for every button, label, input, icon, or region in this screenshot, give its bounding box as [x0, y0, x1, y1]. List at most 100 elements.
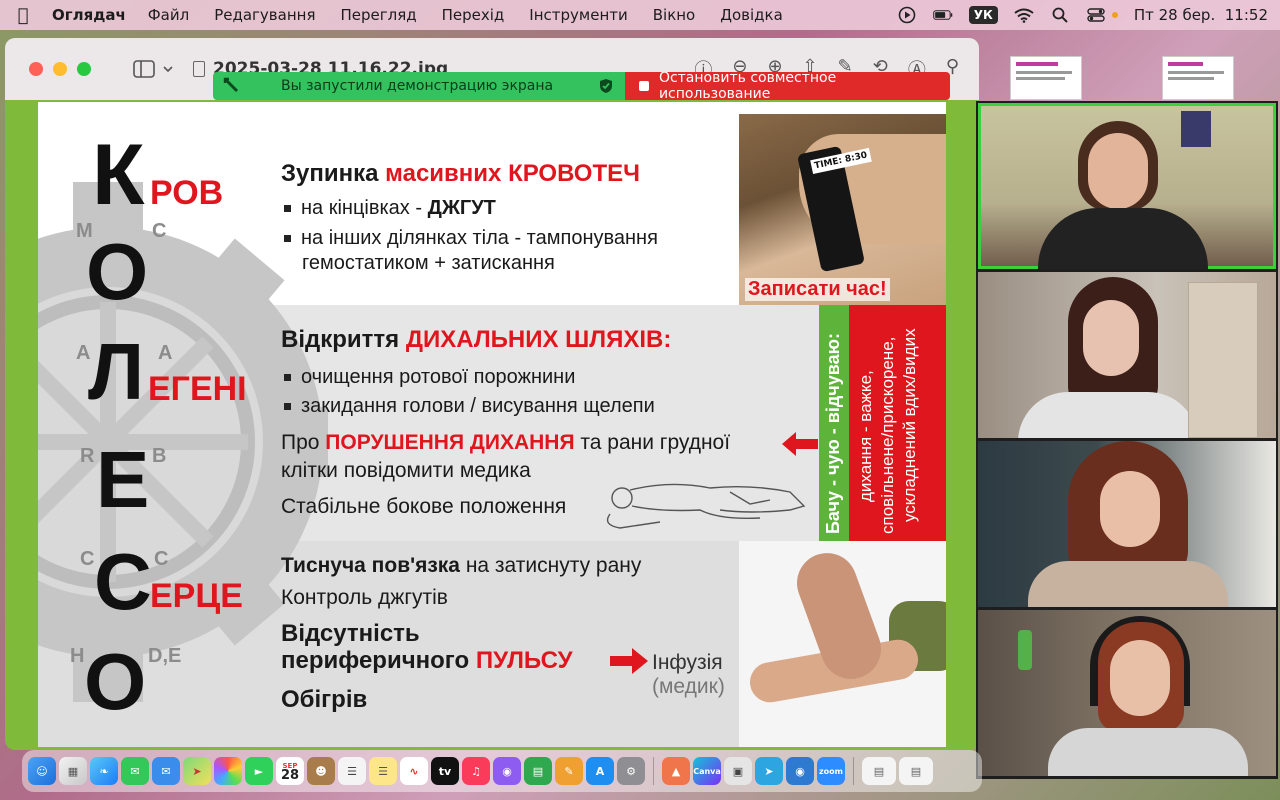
red-word-krov: РОВ: [150, 174, 224, 212]
menu-app-name[interactable]: Оглядач: [52, 6, 126, 24]
preview-icon[interactable]: ▲: [662, 757, 690, 785]
recovery-position-text: Стабільне бокове положення: [281, 495, 567, 518]
menu-tools[interactable]: Інструменти: [529, 6, 627, 24]
calendar-icon[interactable]: SEP 28: [276, 757, 304, 785]
zoom-icon[interactable]: zoom: [817, 757, 845, 785]
dock: ☺ ▦ ❧ ✉ ✉ ➤ ► SEP 28 ☻ ☰ ☰ ∿ tv ♫ ◉ ▤ ✎ …: [22, 750, 982, 792]
messages-icon[interactable]: ✉: [121, 757, 149, 785]
stop-share-button[interactable]: Остановить совместное использование: [625, 72, 950, 100]
green-bottle: [1018, 630, 1032, 670]
bullet-square-icon: [284, 374, 291, 382]
safari-icon[interactable]: ❧: [90, 757, 118, 785]
menu-file[interactable]: Файл: [148, 6, 189, 24]
numbers-icon[interactable]: ▤: [524, 757, 552, 785]
maps-icon[interactable]: ➤: [183, 757, 211, 785]
medic-label: (медик): [652, 675, 725, 698]
contacts-icon[interactable]: ☻: [307, 757, 335, 785]
system-settings-icon[interactable]: ⚙: [617, 757, 645, 785]
menu-help[interactable]: Довідка: [720, 6, 783, 24]
menu-clock[interactable]: Пт 28 бер. 11:52: [1134, 6, 1268, 24]
telegram-icon[interactable]: ➤: [755, 757, 783, 785]
participant-video-4[interactable]: [978, 610, 1276, 776]
participant-1-face: [1088, 133, 1148, 209]
recovery-position-figure: [606, 483, 806, 529]
letter-b: B: [152, 445, 167, 467]
peripheral-pulse-line: периферичного ПУЛЬСУ: [281, 647, 573, 675]
control-center-icon[interactable]: [1086, 7, 1106, 23]
big-letter-k: К: [92, 127, 145, 223]
participant-video-1[interactable]: [978, 103, 1276, 269]
stop-square-icon: [639, 81, 649, 91]
music-icon[interactable]: ♫: [462, 757, 490, 785]
screenshot-icon[interactable]: ▣: [724, 757, 752, 785]
red-word-serce: ЕРЦЕ: [150, 577, 243, 615]
recording-dot-icon: [1111, 12, 1118, 18]
sidebar-toggle-button[interactable]: [133, 60, 173, 78]
app-store-icon[interactable]: A: [586, 757, 614, 785]
window-thumbnail-2[interactable]: [1162, 56, 1234, 100]
report-red: ПОРУШЕННЯ ДИХАННЯ: [325, 431, 575, 454]
window-thumbnail-1[interactable]: [1010, 56, 1082, 100]
big-letter-o-2: О: [84, 637, 147, 726]
facetime-icon[interactable]: ►: [245, 757, 273, 785]
reminders-icon[interactable]: ☰: [338, 757, 366, 785]
photos-icon[interactable]: [214, 757, 242, 785]
menu-go[interactable]: Перехід: [442, 6, 505, 24]
participant-2-body: [1018, 392, 1198, 438]
play-circle-icon[interactable]: [897, 6, 917, 24]
battery-icon[interactable]: [932, 7, 953, 23]
poster-frame: [1181, 111, 1211, 147]
bullet-square-icon: [284, 403, 291, 411]
stop-share-label: Остановить совместное использование: [658, 72, 837, 100]
menu-edit[interactable]: Редагування: [214, 6, 315, 24]
wifi-icon[interactable]: [1014, 7, 1034, 23]
see-hear-feel-text: Бачу - чую - відчуваю:: [823, 333, 843, 534]
bullet-1-text: на кінцівках -: [301, 197, 428, 219]
browser-icon[interactable]: ◉: [786, 757, 814, 785]
participant-1-body: [1038, 208, 1208, 269]
letter-c-right: C: [154, 548, 169, 570]
pages-icon[interactable]: ✎: [555, 757, 583, 785]
mail-icon[interactable]: ✉: [152, 757, 180, 785]
launchpad-icon[interactable]: ▦: [59, 757, 87, 785]
dock-separator: [853, 757, 854, 785]
menu-view[interactable]: Перегляд: [340, 6, 416, 24]
red-arrow-right-icon: [610, 648, 648, 674]
notes-icon[interactable]: ☰: [369, 757, 397, 785]
breathing-signs-line-1: дихання - важке,: [856, 370, 875, 502]
pulse-red: ПУЛЬСУ: [475, 647, 573, 674]
red-arrow-left-icon: [782, 432, 818, 456]
letter-de: D,E: [148, 645, 182, 667]
podcasts-icon[interactable]: ◉: [493, 757, 521, 785]
tourniquet-photo: TIME: 8:30 Записати час!: [739, 114, 946, 305]
zoom-window-button[interactable]: [77, 62, 91, 76]
apple-tv-icon[interactable]: tv: [431, 757, 459, 785]
breathing-report-line: Про ПОРУШЕННЯ ДИХАННЯ та рани грудної: [281, 431, 730, 455]
keyboard-layout-badge[interactable]: УК: [968, 6, 998, 24]
report-suffix: та рани грудної: [574, 431, 731, 454]
freeform-icon[interactable]: ∿: [400, 757, 428, 785]
minimize-window-button[interactable]: [53, 62, 67, 76]
close-window-button[interactable]: [29, 62, 43, 76]
finder-icon[interactable]: ☺: [28, 757, 56, 785]
minimized-window-1[interactable]: ▤: [862, 757, 896, 785]
search-icon[interactable]: [1050, 7, 1070, 23]
sidebar-icon: [133, 60, 155, 78]
letter-c: С: [152, 220, 167, 242]
letter-h: H: [70, 645, 85, 667]
participant-video-2[interactable]: [978, 272, 1276, 438]
letter-c-left: C: [80, 548, 95, 570]
share-arrow-icon: [223, 77, 239, 93]
bleeding-bullet-2: на інших ділянках тіла - тампонування: [284, 227, 658, 250]
breathing-bullet-1-text: очищення ротової порожнини: [301, 366, 576, 388]
menu-window[interactable]: Вікно: [653, 6, 696, 24]
tourniquet-control-line: Контроль джгутів: [281, 586, 448, 609]
infusion-label: Інфузія: [652, 651, 723, 674]
canva-icon[interactable]: Canva: [693, 757, 721, 785]
breathing-bullet-2-text: закидання голови / висування щелепи: [301, 395, 655, 417]
participant-video-3[interactable]: [978, 441, 1276, 607]
apple-icon[interactable]: : [12, 5, 34, 26]
big-letter-l: Л: [88, 327, 145, 416]
bleeding-bullet-2-cont: гемостатиком + затискання: [302, 252, 555, 274]
minimized-window-2[interactable]: ▤: [899, 757, 933, 785]
